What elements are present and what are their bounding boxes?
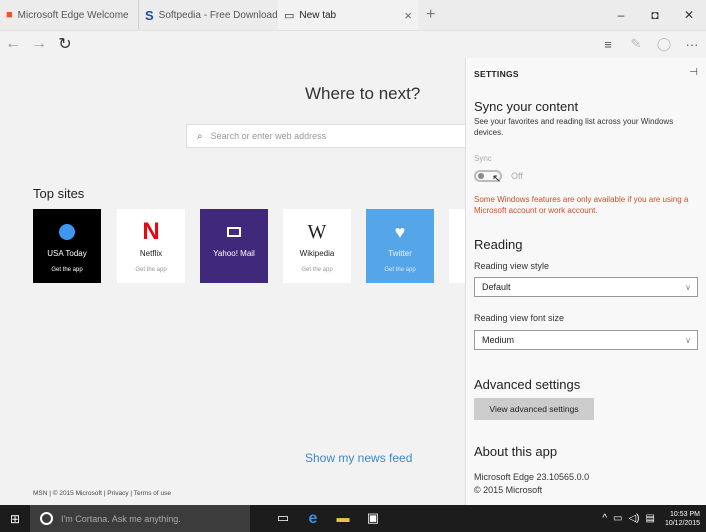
top-sites-title: Top sites	[33, 186, 85, 201]
site-sub: Get the app	[135, 267, 167, 273]
usa-today-logo-icon	[59, 224, 75, 240]
system-tray: ^ ▭ ◁) ▤ 10:53 PM 10/12/2015	[602, 505, 700, 532]
tab-label: New tab	[299, 9, 337, 21]
new-tab-icon[interactable]: +	[426, 6, 435, 24]
clock-date: 10/12/2015	[664, 519, 700, 527]
reading-font-label: Reading view font size	[474, 313, 565, 323]
cortana-placeholder: I'm Cortana. Ask me anything.	[61, 513, 181, 524]
softpedia-logo-icon: S	[145, 7, 154, 23]
about-heading: About this app	[474, 444, 558, 459]
search-icon: ⌕	[197, 130, 203, 142]
web-note-icon[interactable]: ✎	[622, 36, 650, 52]
share-icon[interactable]: ◯	[650, 36, 678, 52]
site-tile-wikipedia[interactable]: W Wikipedia Get the app	[283, 209, 351, 283]
reading-font-select[interactable]: Medium ∨	[474, 330, 698, 350]
search-placeholder: Search or enter web address	[210, 131, 327, 141]
chevron-up-icon[interactable]: ^	[602, 513, 607, 524]
clock-time: 10:53 PM	[670, 510, 700, 518]
taskbar-apps: ▭ e ▬ ▣	[268, 510, 388, 528]
twitter-bird-icon: ♥	[394, 221, 406, 242]
reading-heading: Reading	[474, 237, 523, 252]
sync-label: Sync	[474, 154, 492, 163]
cortana-icon	[40, 512, 53, 525]
page-icon: ▭	[284, 9, 295, 22]
edge-browser-icon[interactable]: e	[298, 510, 328, 528]
select-value: Default	[482, 282, 511, 292]
site-tile-usa-today[interactable]: USA Today Get the app	[33, 209, 101, 283]
view-advanced-settings-button[interactable]: View advanced settings	[474, 398, 594, 420]
file-explorer-icon[interactable]: ▬	[328, 510, 358, 528]
cortana-search-box[interactable]: I'm Cortana. Ask me anything.	[30, 505, 250, 532]
sync-description: See your favorites and reading list acro…	[474, 117, 674, 137]
reading-style-label: Reading view style	[474, 261, 550, 271]
hub-icon[interactable]: ≡	[594, 37, 622, 52]
tab-label: Microsoft Edge Welcome	[17, 9, 129, 21]
network-icon[interactable]: ▭	[613, 513, 622, 524]
site-name: Wikipedia	[299, 249, 335, 258]
site-name: Netflix	[139, 249, 163, 258]
chevron-down-icon: ∨	[685, 282, 691, 292]
page-heading: Where to next?	[305, 84, 421, 103]
site-name: Yahoo! Mail	[213, 249, 255, 258]
window-controls: – ◘ ✕	[604, 0, 706, 30]
site-sub: Get the app	[384, 267, 416, 273]
forward-icon[interactable]: →	[26, 35, 52, 53]
reading-style-select[interactable]: Default ∨	[474, 277, 698, 297]
back-icon[interactable]: ←	[0, 35, 26, 53]
site-name: Twitter	[388, 249, 412, 258]
select-value: Medium	[482, 335, 515, 345]
sync-heading: Sync your content	[474, 99, 579, 114]
close-tab-icon[interactable]: ×	[404, 8, 412, 23]
tab-label: Softpedia - Free Downloads	[158, 9, 278, 21]
windows-logo-icon: ■	[6, 9, 13, 21]
wikipedia-logo-icon: W	[307, 220, 327, 243]
tab-edge-welcome[interactable]: ■ Microsoft Edge Welcome	[0, 0, 138, 30]
action-center-icon[interactable]: ▤	[646, 513, 655, 524]
advanced-heading: Advanced settings	[474, 377, 581, 392]
close-icon[interactable]: ✕	[672, 0, 706, 30]
sync-state: Off	[511, 171, 523, 181]
address-search-input[interactable]: ⌕ Search or enter web address	[186, 124, 467, 148]
site-name: USA Today	[47, 249, 87, 258]
maximize-icon[interactable]: ◘	[638, 0, 672, 30]
site-sub: Get the app	[51, 267, 83, 273]
settings-title: SETTINGS	[474, 69, 519, 79]
app-copyright: © 2015 Microsoft	[474, 485, 543, 495]
navigation-bar: ← → ↻ ≡ ✎ ◯ ···	[0, 30, 706, 58]
app-version: Microsoft Edge 23.10565.0.0	[474, 472, 590, 482]
minimize-icon[interactable]: –	[604, 0, 638, 30]
site-sub: Get the app	[301, 267, 333, 273]
sync-warning: Some Windows features are only available…	[474, 195, 689, 215]
new-tab-page: Where to next? ⌕ Search or enter web add…	[0, 58, 467, 498]
task-view-icon[interactable]: ▭	[268, 510, 298, 528]
settings-panel: SETTINGS ⊣ Sync your content See your fa…	[465, 58, 706, 505]
windows-start-icon[interactable]: ⊞	[0, 512, 30, 526]
refresh-icon[interactable]: ↻	[52, 34, 78, 54]
clock[interactable]: 10:53 PM 10/12/2015	[665, 510, 700, 528]
netflix-logo-icon: N	[142, 218, 160, 245]
tab-bar: ■ Microsoft Edge Welcome S Softpedia - F…	[0, 0, 706, 31]
site-tile-netflix[interactable]: N Netflix Get the app	[117, 209, 185, 283]
tab-new-tab[interactable]: ▭ New tab ×	[278, 0, 418, 30]
volume-icon[interactable]: ◁)	[628, 513, 639, 524]
more-icon[interactable]: ···	[678, 37, 706, 52]
pin-icon[interactable]: ⊣	[689, 67, 698, 78]
site-tile-twitter[interactable]: ♥ Twitter Get the app	[366, 209, 434, 283]
mouse-cursor-icon: ↖	[492, 173, 502, 185]
taskbar: ⊞ I'm Cortana. Ask me anything. ▭ e ▬ ▣ …	[0, 505, 706, 532]
tab-softpedia[interactable]: S Softpedia - Free Downloads	[138, 0, 278, 30]
mail-icon	[227, 227, 241, 237]
news-feed-link[interactable]: Show my news feed	[305, 451, 412, 465]
page-footer: MSN | © 2015 Microsoft | Privacy | Terms…	[33, 490, 171, 497]
nav-actions: ≡ ✎ ◯ ···	[594, 30, 706, 58]
chevron-down-icon: ∨	[685, 335, 691, 345]
site-tile-partial[interactable]	[449, 209, 466, 283]
toggle-knob	[478, 173, 484, 179]
store-icon[interactable]: ▣	[358, 510, 388, 528]
site-tile-yahoo-mail[interactable]: Yahoo! Mail	[200, 209, 268, 283]
